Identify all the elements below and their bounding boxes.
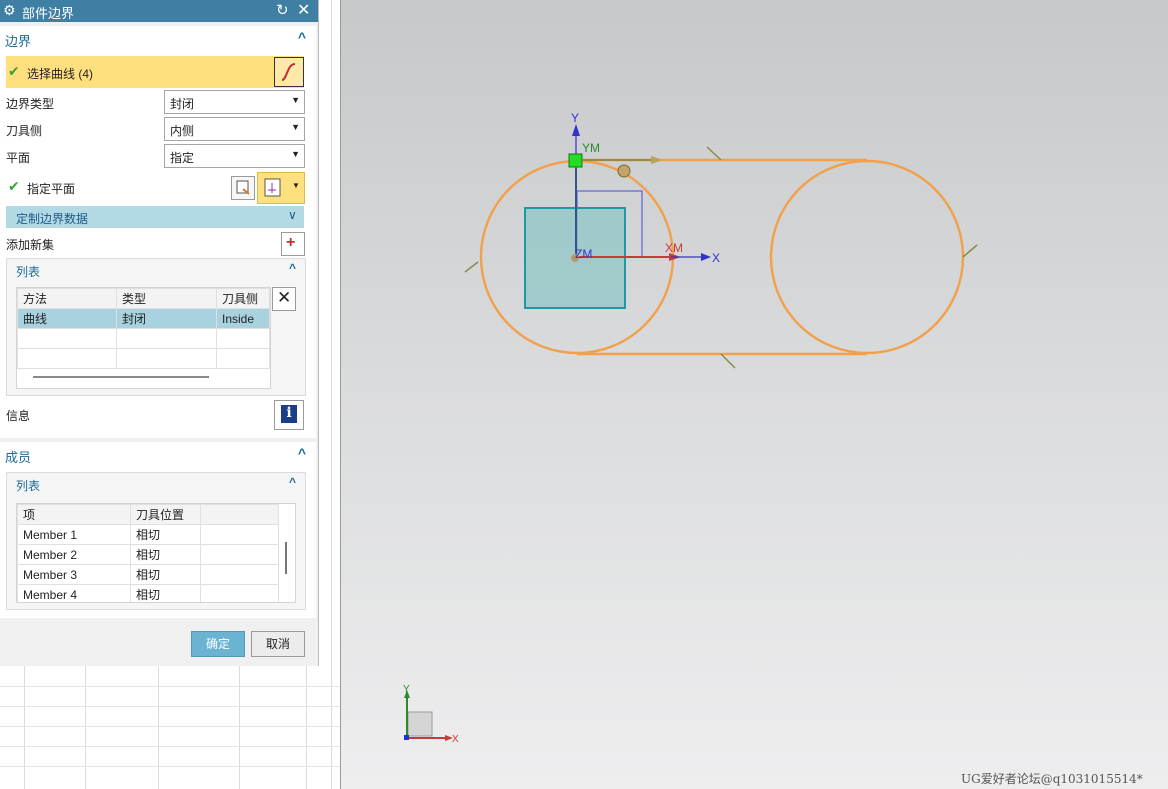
members-table[interactable]: 项 刀具位置 Member 1 相切 Member 2 相切 Member 3 <box>16 503 296 603</box>
dropdown-arrow-icon: ▼ <box>291 122 300 132</box>
horizontal-scrollbar[interactable] <box>33 376 209 378</box>
cell-member: Member 4 <box>17 584 131 602</box>
graphics-viewport[interactable]: Y YM XM X ZM Y X UG爱好者论坛@q1031015514* <box>340 0 1168 789</box>
check-icon: ✔ <box>8 178 20 194</box>
select-curve-row[interactable]: ✔ 选择曲线 (4) <box>6 56 304 88</box>
custom-boundary-data-header[interactable]: 定制边界数据 ∨ <box>6 206 304 228</box>
boundary-list-table[interactable]: 方法 类型 刀具侧 曲线 封闭 Inside <box>16 287 271 389</box>
boundary-section-body: ✔ 选择曲线 (4) 边界类型 封闭 ▼ 刀具侧 内侧 ▼ 平面 指定 ▼ ✔ … <box>0 52 316 438</box>
delete-button[interactable]: ✕ <box>272 287 296 311</box>
plane-selector-button[interactable]: ▼ <box>257 172 305 204</box>
y-label: Y <box>571 111 579 125</box>
plane-dialog-icon <box>236 180 250 195</box>
cell-tool-position: 相切 <box>130 524 201 545</box>
curve-select-button[interactable] <box>274 57 304 87</box>
members-list-title: 列表 <box>16 479 41 493</box>
add-new-set-button[interactable]: + <box>281 232 305 256</box>
members-section-body: 列表 ^ 项 刀具位置 Member 1 相切 Member 2 相切 Memb… <box>0 468 316 618</box>
collapse-icon[interactable]: ^ <box>289 261 296 275</box>
delete-icon: ✕ <box>277 288 292 307</box>
add-icon: + <box>286 234 296 251</box>
watermark: UG爱好者论坛@q1031015514* <box>961 772 1143 786</box>
boundary-section-header[interactable]: 边界 ^ <box>0 26 316 52</box>
reset-icon[interactable]: ↻ <box>276 1 289 19</box>
custom-boundary-data-label: 定制边界数据 <box>16 212 89 226</box>
dialog-titlebar[interactable]: ⚙ 部件边界 ↻ ✕ <box>0 0 318 22</box>
members-section-header[interactable]: 成员 ^ <box>0 442 316 468</box>
empty-row <box>17 348 270 369</box>
collapse-icon[interactable]: ^ <box>289 475 296 489</box>
boundary-list-panel: 列表 ^ 方法 类型 刀具侧 曲线 封闭 Inside ✕ <box>6 258 306 396</box>
info-button[interactable]: i <box>274 400 304 430</box>
boundary-type-select[interactable]: 封闭 ▼ <box>164 90 305 114</box>
cell-tool-position: 相切 <box>130 584 201 602</box>
table-row[interactable]: Member 3 相切 <box>17 564 279 585</box>
expand-icon[interactable]: ∨ <box>288 208 297 222</box>
plane-select[interactable]: 指定 ▼ <box>164 144 305 168</box>
column-header-method[interactable]: 方法 <box>17 288 117 309</box>
right-circle <box>769 159 965 355</box>
plane-icon <box>264 178 281 197</box>
add-new-set-label: 添加新集 <box>6 238 55 252</box>
collapse-icon[interactable]: ^ <box>298 445 306 461</box>
part-boundary-dialog: ⚙ 部件边界 ↻ ✕ 边界 ^ ✔ 选择曲线 (4) 边界类型 封闭 ▼ 刀具侧… <box>0 0 319 666</box>
origin-handle <box>568 153 583 168</box>
tool-side-select[interactable]: 内侧 ▼ <box>164 117 305 141</box>
boundary-type-value: 封闭 <box>170 97 195 111</box>
select-curve-label: 选择曲线 (4) <box>27 67 94 81</box>
specify-plane-label: 指定平面 <box>27 182 76 196</box>
cell-tool-side: Inside <box>216 308 270 329</box>
table-row[interactable]: 曲线 封闭 Inside <box>17 308 270 329</box>
cell-tool-position: 相切 <box>130 544 201 565</box>
plane-value: 指定 <box>170 151 195 165</box>
cell-member: Member 1 <box>17 524 131 545</box>
cell-type: 封闭 <box>116 308 217 329</box>
boundary-type-label: 边界类型 <box>6 97 55 111</box>
cell-member: Member 2 <box>17 544 131 565</box>
column-header-tool-position[interactable]: 刀具位置 <box>130 504 201 525</box>
gear-icon: ⚙ <box>3 2 16 18</box>
ym-label: YM <box>582 141 600 155</box>
table-row[interactable]: Member 1 相切 <box>17 524 279 545</box>
dropdown-arrow-icon: ▼ <box>291 95 300 105</box>
viewport-canvas: Y YM XM X ZM Y X <box>403 111 978 745</box>
dialog-title: 部件边界 <box>22 6 75 21</box>
column-header-type[interactable]: 类型 <box>116 288 217 309</box>
y-arrow <box>572 124 580 136</box>
x-label: X <box>712 251 720 265</box>
boundary-list-title: 列表 <box>16 265 41 279</box>
column-header-item[interactable]: 项 <box>17 504 131 525</box>
members-section-title: 成员 <box>5 450 32 465</box>
dropdown-arrow-icon: ▼ <box>291 149 300 159</box>
cell-method: 曲线 <box>17 308 117 329</box>
plane-label: 平面 <box>6 151 31 165</box>
curve-icon <box>281 63 296 81</box>
dropdown-arrow-icon: ▼ <box>292 181 300 190</box>
table-row[interactable]: Member 4 相切 <box>17 584 279 602</box>
zm-label: ZM <box>575 247 592 261</box>
ok-button[interactable]: 确定 <box>191 631 245 657</box>
close-icon[interactable]: ✕ <box>297 0 310 20</box>
info-icon: i <box>281 405 297 423</box>
triad-x-label: X <box>452 734 459 745</box>
collapse-icon[interactable]: ^ <box>298 29 306 45</box>
triad-y-label: Y <box>403 684 410 695</box>
info-label: 信息 <box>6 409 31 423</box>
vertical-scrollbar[interactable] <box>285 542 287 574</box>
tool-side-label: 刀具侧 <box>6 124 43 138</box>
boundary-section-title: 边界 <box>5 34 32 49</box>
check-icon: ✔ <box>8 63 20 79</box>
cell-tool-position: 相切 <box>130 564 201 585</box>
rotation-handle <box>617 164 631 178</box>
empty-row <box>17 328 270 349</box>
xm-label: XM <box>665 241 683 255</box>
members-list-panel: 列表 ^ 项 刀具位置 Member 1 相切 Member 2 相切 Memb… <box>6 472 306 610</box>
column-header-tool-side[interactable]: 刀具侧 <box>216 288 270 309</box>
view-triad: Y X <box>403 684 459 745</box>
tool-side-value: 内侧 <box>170 124 195 138</box>
cancel-button[interactable]: 取消 <box>251 631 305 657</box>
table-row[interactable]: Member 2 相切 <box>17 544 279 565</box>
cell-member: Member 3 <box>17 564 131 585</box>
plane-dialog-button[interactable] <box>231 176 255 200</box>
